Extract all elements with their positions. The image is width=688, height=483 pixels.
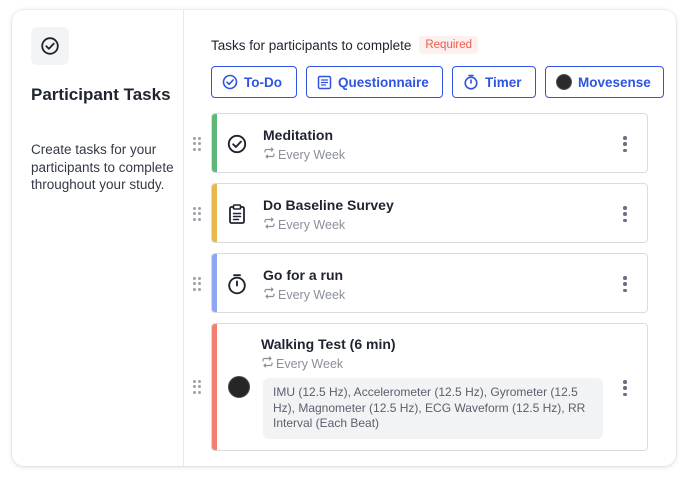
task-recurrence: Every Week: [263, 217, 345, 232]
add-questionnaire-button[interactable]: Questionnaire: [306, 66, 443, 98]
task-menu-button[interactable]: [623, 380, 627, 396]
task-recurrence-label: Every Week: [276, 356, 344, 371]
task-color-stripe: [212, 324, 217, 450]
repeat-icon: [263, 147, 276, 162]
task-recurrence-label: Every Week: [278, 217, 346, 232]
drag-handle[interactable]: [193, 277, 201, 291]
list-icon: [317, 75, 332, 90]
task-menu-button[interactable]: [623, 206, 627, 222]
tasks-panel: Tasks for participants to complete Requi…: [184, 10, 676, 466]
sidebar-description: Create tasks for your participants to co…: [31, 142, 174, 192]
task-color-stripe: [212, 254, 217, 312]
task-color-stripe: [212, 114, 217, 172]
task-card[interactable]: Walking Test (6 min) Every Week IMU (12.…: [211, 323, 648, 451]
repeat-icon: [263, 287, 276, 302]
add-todo-label: To-Do: [244, 74, 282, 90]
tasks-heading: Tasks for participants to complete: [211, 37, 412, 53]
repeat-icon: [261, 356, 274, 371]
task-color-stripe: [212, 184, 217, 242]
required-badge: Required: [419, 36, 479, 54]
add-movesense-label: Movesense: [578, 74, 651, 90]
task-card[interactable]: Go for a run Every Week: [211, 253, 648, 313]
add-task-buttons: To-Do Questionnaire Timer Movesense: [211, 66, 664, 98]
drag-handle[interactable]: [193, 380, 201, 394]
task-name: Walking Test (6 min): [261, 336, 396, 352]
task-recurrence: Every Week: [261, 356, 343, 371]
check-circle-icon: [31, 27, 69, 65]
task-name: Go for a run: [263, 267, 344, 283]
drag-handle[interactable]: [193, 137, 201, 151]
timer-icon: [226, 273, 248, 295]
task-recurrence: Every Week: [263, 287, 345, 302]
sidebar-title: Participant Tasks: [31, 85, 171, 104]
add-questionnaire-label: Questionnaire: [338, 74, 429, 90]
repeat-icon: [263, 217, 276, 232]
task-card[interactable]: Do Baseline Survey Every Week: [211, 183, 648, 243]
check-circle-icon: [226, 133, 248, 155]
movesense-device-icon: [556, 74, 572, 90]
check-circle-icon: [222, 74, 238, 90]
tasks-header: Tasks for participants to complete Requi…: [211, 36, 479, 54]
add-movesense-button[interactable]: Movesense: [545, 66, 664, 98]
task-recurrence-label: Every Week: [278, 287, 346, 302]
sensor-list: IMU (12.5 Hz), Accelerometer (12.5 Hz), …: [263, 378, 603, 439]
sidebar-panel: Participant Tasks Create tasks for your …: [12, 10, 184, 466]
task-recurrence-label: Every Week: [278, 147, 346, 162]
task-recurrence: Every Week: [263, 147, 345, 162]
task-menu-button[interactable]: [623, 136, 627, 152]
add-todo-button[interactable]: To-Do: [211, 66, 297, 98]
clipboard-icon: [226, 203, 248, 225]
movesense-device-icon: [228, 376, 250, 398]
timer-icon: [463, 74, 479, 90]
task-card[interactable]: Meditation Every Week: [211, 113, 648, 173]
participant-tasks-card: Participant Tasks Create tasks for your …: [12, 10, 676, 466]
task-menu-button[interactable]: [623, 276, 627, 292]
task-name: Meditation: [263, 127, 333, 143]
task-name: Do Baseline Survey: [263, 197, 394, 213]
drag-handle[interactable]: [193, 207, 201, 221]
add-timer-button[interactable]: Timer: [452, 66, 536, 98]
add-timer-label: Timer: [485, 74, 522, 90]
